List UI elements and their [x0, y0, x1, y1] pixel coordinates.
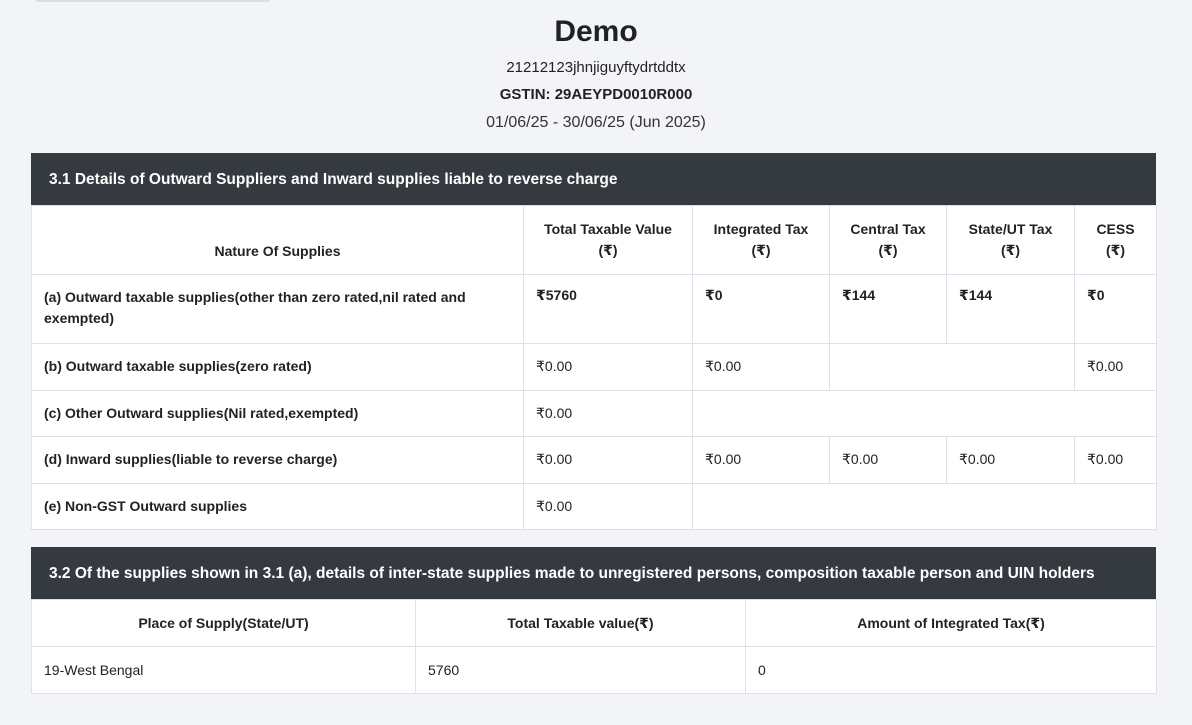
col-integrated-tax: Integrated Tax (₹) [692, 205, 830, 275]
section-3-1: 3.1 Details of Outward Suppliers and Inw… [31, 153, 1157, 530]
col-cess-unit: (₹) [1105, 242, 1126, 258]
row-b-taxable: ₹0.00 [523, 343, 693, 391]
row-a-label: (a) Outward taxable supplies(other than … [31, 274, 524, 344]
row-a-taxable: ₹5760 [523, 274, 693, 344]
row-c-label: (c) Other Outward supplies(Nil rated,exe… [31, 389, 524, 437]
report-header: Demo 21212123jhnjiguyftydrtddtx GSTIN: 2… [0, 0, 1192, 133]
col-total-taxable: Total Taxable Value (₹) [523, 205, 693, 275]
row-d-sgst: ₹0.00 [946, 436, 1075, 484]
table-row: (a) Outward taxable supplies(other than … [31, 274, 1157, 344]
section-3-2: 3.2 Of the supplies shown in 3.1 (a), de… [31, 547, 1157, 694]
row-d-taxable: ₹0.00 [523, 436, 693, 484]
company-name: Demo [554, 15, 638, 48]
row-taxable: 5760 [415, 646, 746, 694]
row-b-cess: ₹0.00 [1074, 343, 1157, 391]
table-row: (c) Other Outward supplies(Nil rated,exe… [31, 389, 1157, 437]
row-a-igst: ₹0 [692, 274, 830, 344]
row-e-empty [692, 482, 1157, 530]
outward-supplies-table: Nature Of Supplies Total Taxable Value (₹… [31, 205, 1157, 530]
col-taxable-label: Total Taxable Value [544, 221, 672, 237]
company-gstin: GSTIN: 29AEYPD0010R000 [499, 86, 693, 103]
top-tab-stub [36, 0, 270, 2]
row-b-igst: ₹0.00 [692, 343, 830, 391]
table-row: (e) Non-GST Outward supplies ₹0.00 [31, 482, 1157, 530]
report-period: 01/06/25 - 30/06/25 (Jun 2025) [486, 114, 706, 131]
row-e-label: (e) Non-GST Outward supplies [31, 482, 524, 530]
company-address: 21212123jhnjiguyftydrtddtx [506, 59, 686, 76]
col-total-taxable-value: Total Taxable value(₹) [415, 599, 746, 647]
row-a-cess: ₹0 [1074, 274, 1157, 344]
col-sgst-label: State/UT Tax [968, 221, 1053, 237]
row-place: 19-West Bengal [31, 646, 416, 694]
col-central-tax: Central Tax (₹) [829, 205, 947, 275]
inter-state-supplies-table: Place of Supply(State/UT) Total Taxable … [31, 599, 1157, 694]
col-igst-unit: (₹) [751, 242, 771, 258]
row-d-cess: ₹0.00 [1074, 436, 1157, 484]
col-igst-label: Integrated Tax [713, 221, 809, 237]
row-c-taxable: ₹0.00 [523, 389, 693, 437]
row-d-igst: ₹0.00 [692, 436, 830, 484]
col-taxable-unit: (₹) [598, 242, 618, 258]
col-nature-label: Nature Of Supplies [214, 242, 341, 259]
row-igst: 0 [745, 646, 1157, 694]
row-a-cgst: ₹144 [829, 274, 947, 344]
row-d-label: (d) Inward supplies(liable to reverse ch… [31, 436, 524, 484]
row-b-label: (b) Outward taxable supplies(zero rated) [31, 343, 524, 391]
row-c-empty [692, 389, 1157, 437]
section-3-2-title: 3.2 Of the supplies shown in 3.1 (a), de… [31, 547, 1156, 599]
col-cgst-unit: (₹) [878, 242, 898, 258]
col-nature-of-supplies: Nature Of Supplies [31, 205, 524, 275]
col-sgst-unit: (₹) [1000, 242, 1021, 258]
table-header-row: Nature Of Supplies Total Taxable Value (₹… [31, 205, 1157, 275]
table-row: (b) Outward taxable supplies(zero rated)… [31, 343, 1157, 391]
table-row: 19-West Bengal 5760 0 [31, 646, 1157, 694]
row-b-empty [829, 343, 1075, 391]
col-state-tax: State/UT Tax (₹) [946, 205, 1075, 275]
col-cgst-label: Central Tax [850, 221, 926, 237]
col-cess: CESS (₹) [1074, 205, 1157, 275]
col-cess-label: CESS [1096, 221, 1135, 237]
row-d-cgst: ₹0.00 [829, 436, 947, 484]
row-e-taxable: ₹0.00 [523, 482, 693, 530]
col-place-of-supply: Place of Supply(State/UT) [31, 599, 416, 647]
table-header-row: Place of Supply(State/UT) Total Taxable … [31, 599, 1157, 647]
col-integrated-tax-amount: Amount of Integrated Tax(₹) [745, 599, 1157, 647]
section-3-1-title: 3.1 Details of Outward Suppliers and Inw… [31, 153, 1156, 205]
table-row: (d) Inward supplies(liable to reverse ch… [31, 436, 1157, 484]
row-a-sgst: ₹144 [946, 274, 1075, 344]
